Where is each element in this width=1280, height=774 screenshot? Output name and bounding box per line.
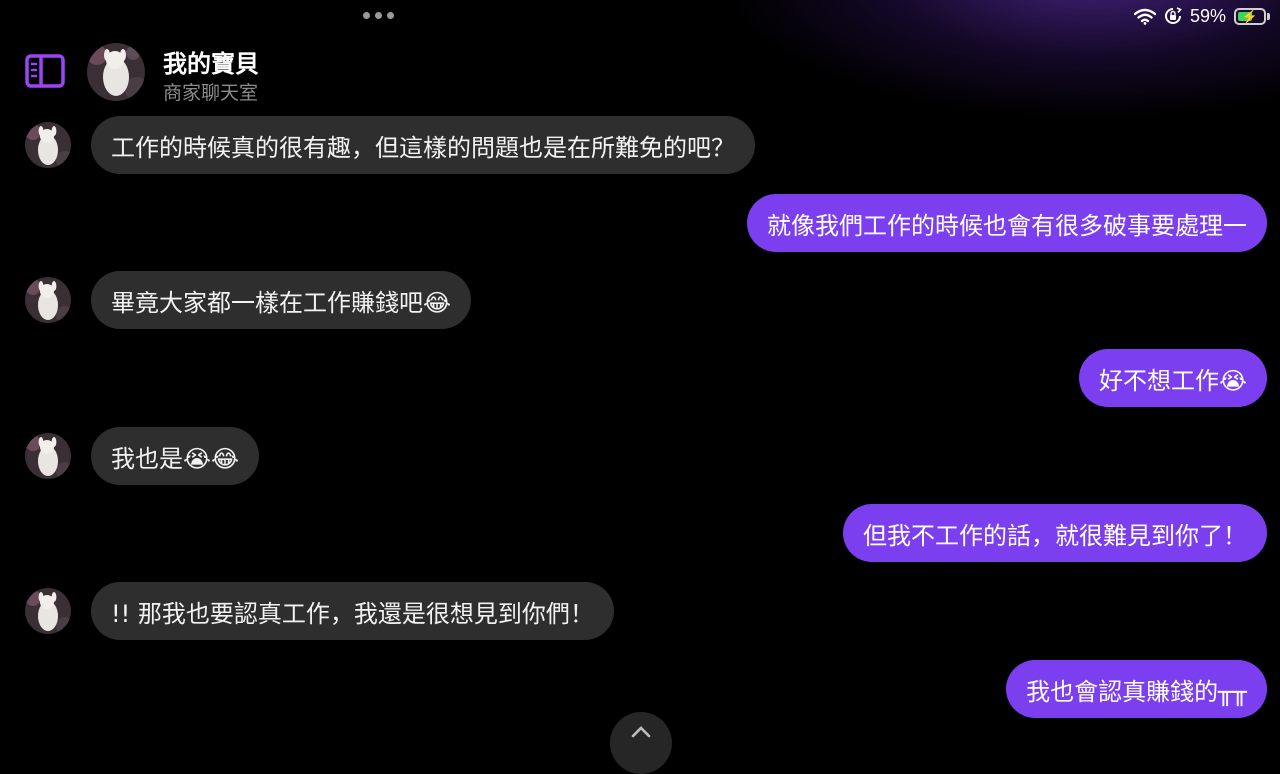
incoming-message-bubble[interactable]: 我也是😭😂 (91, 427, 260, 485)
incoming-message-bubble[interactable]: 工作的時候真的很有趣，但這樣的問題也是在所難免的吧？ (91, 116, 755, 174)
sender-avatar[interactable] (25, 277, 71, 323)
message-row: 畢竟大家都一樣在工作賺錢吧😂 (0, 271, 1280, 329)
message-text: 我也會認真賺錢的╥╥ (1026, 677, 1247, 706)
wifi-icon (1133, 8, 1156, 25)
message-row: 我也是😭😂 (0, 427, 1280, 485)
battery-percent: 59% (1189, 5, 1226, 26)
outgoing-message-bubble[interactable]: 但我不工作的話，就很難見到你了！ (843, 504, 1267, 562)
message-text: 好不想工作😭 (1098, 366, 1247, 395)
outgoing-message-bubble[interactable]: 好不想工作😭 (1078, 349, 1267, 407)
message-row: 工作的時候真的很有趣，但這樣的問題也是在所難免的吧？ (0, 116, 1280, 174)
message-text: !! 那我也要認真工作，我還是很想見到你們！ (111, 599, 594, 628)
battery-charging-icon: ⚡ (1234, 7, 1270, 25)
page-title: 我的寶貝 (163, 50, 259, 78)
message-row: !! 那我也要認真工作，我還是很想見到你們！ (0, 582, 1280, 640)
avatar[interactable] (87, 43, 145, 101)
message-text: 但我不工作的話，就很難見到你了！ (863, 521, 1247, 550)
message-text: 就像我們工作的時候也會有很多破事要處理一 (767, 211, 1247, 240)
message-row: 就像我們工作的時候也會有很多破事要處理一 (0, 194, 1280, 252)
sender-avatar[interactable] (25, 433, 71, 479)
sender-avatar[interactable] (25, 588, 71, 634)
message-row: 但我不工作的話，就很難見到你了！ (0, 504, 1280, 562)
message-text: 我也是😭😂 (111, 444, 240, 473)
sender-avatar[interactable] (25, 122, 71, 168)
outgoing-message-bubble[interactable]: 就像我們工作的時候也會有很多破事要處理一 (747, 194, 1267, 252)
incoming-message-bubble[interactable]: 畢竟大家都一樣在工作賺錢吧😂 (91, 271, 472, 329)
sidebar-toggle-icon[interactable] (25, 53, 65, 89)
chevron-up-icon (631, 726, 651, 738)
page-subtitle: 商家聊天室 (163, 82, 259, 104)
message-row: 我也會認真賺錢的╥╥ (0, 660, 1280, 718)
message-text: 畢竟大家都一樣在工作賺錢吧😂 (111, 288, 452, 317)
message-text: 工作的時候真的很有趣，但這樣的問題也是在所難免的吧？ (111, 133, 735, 162)
status-bar: 59% ⚡ (1133, 4, 1270, 28)
rotation-lock-icon (1164, 7, 1182, 24)
outgoing-message-bubble[interactable]: 我也會認真賺錢的╥╥ (1006, 660, 1267, 718)
scroll-to-bottom-button[interactable] (610, 712, 672, 774)
incoming-message-bubble[interactable]: !! 那我也要認真工作，我還是很想見到你們！ (91, 582, 614, 640)
message-row: 好不想工作😭 (0, 349, 1280, 407)
multitasking-dots[interactable] (363, 12, 394, 19)
